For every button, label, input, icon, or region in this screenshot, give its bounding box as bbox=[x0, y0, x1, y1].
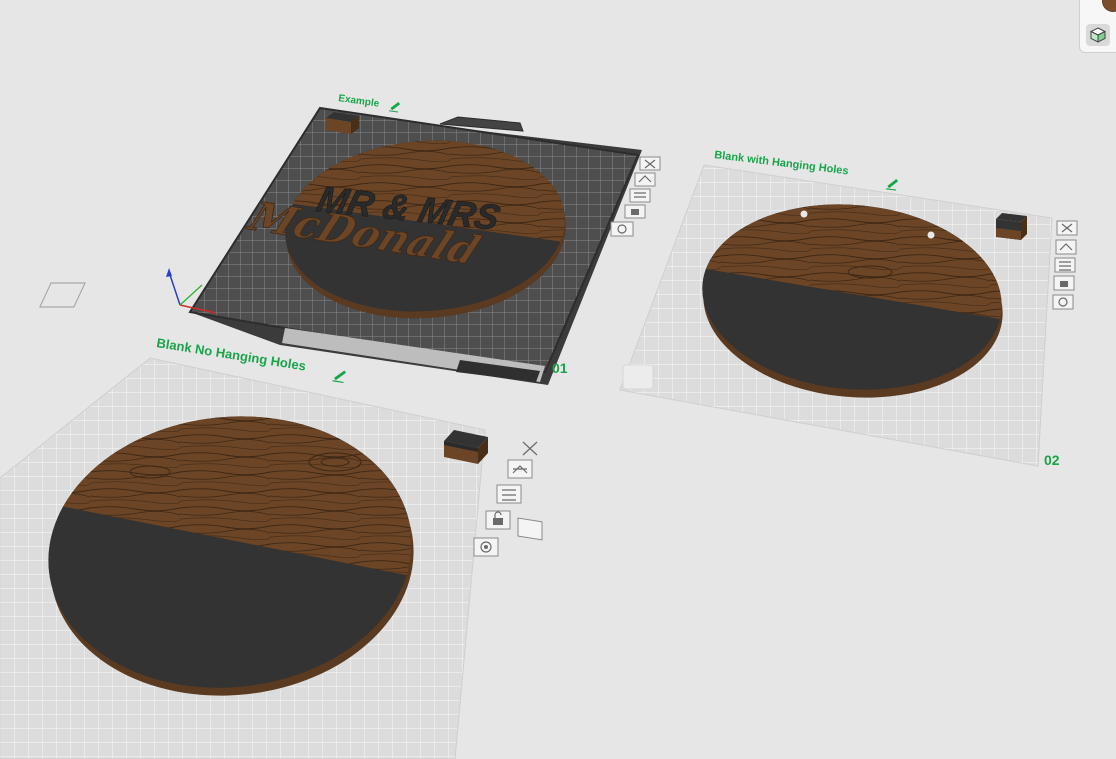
filament-cube bbox=[326, 112, 359, 134]
plate-3-toolbar bbox=[473, 441, 543, 557]
lock-icon[interactable] bbox=[624, 204, 646, 219]
orient-icon[interactable] bbox=[1054, 257, 1076, 273]
close-icon[interactable] bbox=[1056, 220, 1078, 236]
plate-2-toolbar bbox=[1052, 220, 1078, 310]
orient-icon[interactable] bbox=[629, 188, 651, 203]
lock-icon[interactable] bbox=[485, 510, 511, 530]
arrange-icon[interactable] bbox=[634, 172, 656, 187]
object-thumbnail[interactable] bbox=[1102, 0, 1116, 12]
pencil-icon[interactable] bbox=[332, 369, 347, 384]
lock-icon[interactable] bbox=[1053, 275, 1075, 291]
hanging-hole bbox=[927, 231, 935, 239]
arrange-icon[interactable] bbox=[507, 459, 533, 479]
arrange-icon[interactable] bbox=[1055, 239, 1077, 255]
plate-1-label[interactable]: Example bbox=[338, 93, 381, 110]
settings-icon[interactable] bbox=[473, 537, 499, 557]
cube-icon[interactable] bbox=[1086, 24, 1110, 46]
close-icon[interactable] bbox=[639, 156, 661, 171]
view-toolbar bbox=[1079, 0, 1116, 53]
settings-icon[interactable] bbox=[1052, 294, 1074, 310]
close-icon[interactable] bbox=[517, 441, 543, 541]
plate-1-number: 01 bbox=[552, 360, 568, 376]
axis-gizmo bbox=[39, 268, 217, 314]
plate-1[interactable]: Example 01 MR & MRS McDonald bbox=[39, 93, 661, 385]
plate-2-number: 02 bbox=[1044, 452, 1060, 468]
orient-icon[interactable] bbox=[496, 484, 522, 504]
pencil-icon[interactable] bbox=[388, 101, 401, 113]
settings-icon[interactable] bbox=[610, 221, 634, 237]
plate-2[interactable]: Blank with Hanging Holes 02 bbox=[619, 149, 1078, 468]
hanging-hole bbox=[800, 210, 808, 218]
plate-3[interactable]: Blank No Hanging Holes bbox=[0, 335, 543, 759]
pencil-icon[interactable] bbox=[885, 178, 899, 191]
filament-cube bbox=[996, 213, 1027, 240]
